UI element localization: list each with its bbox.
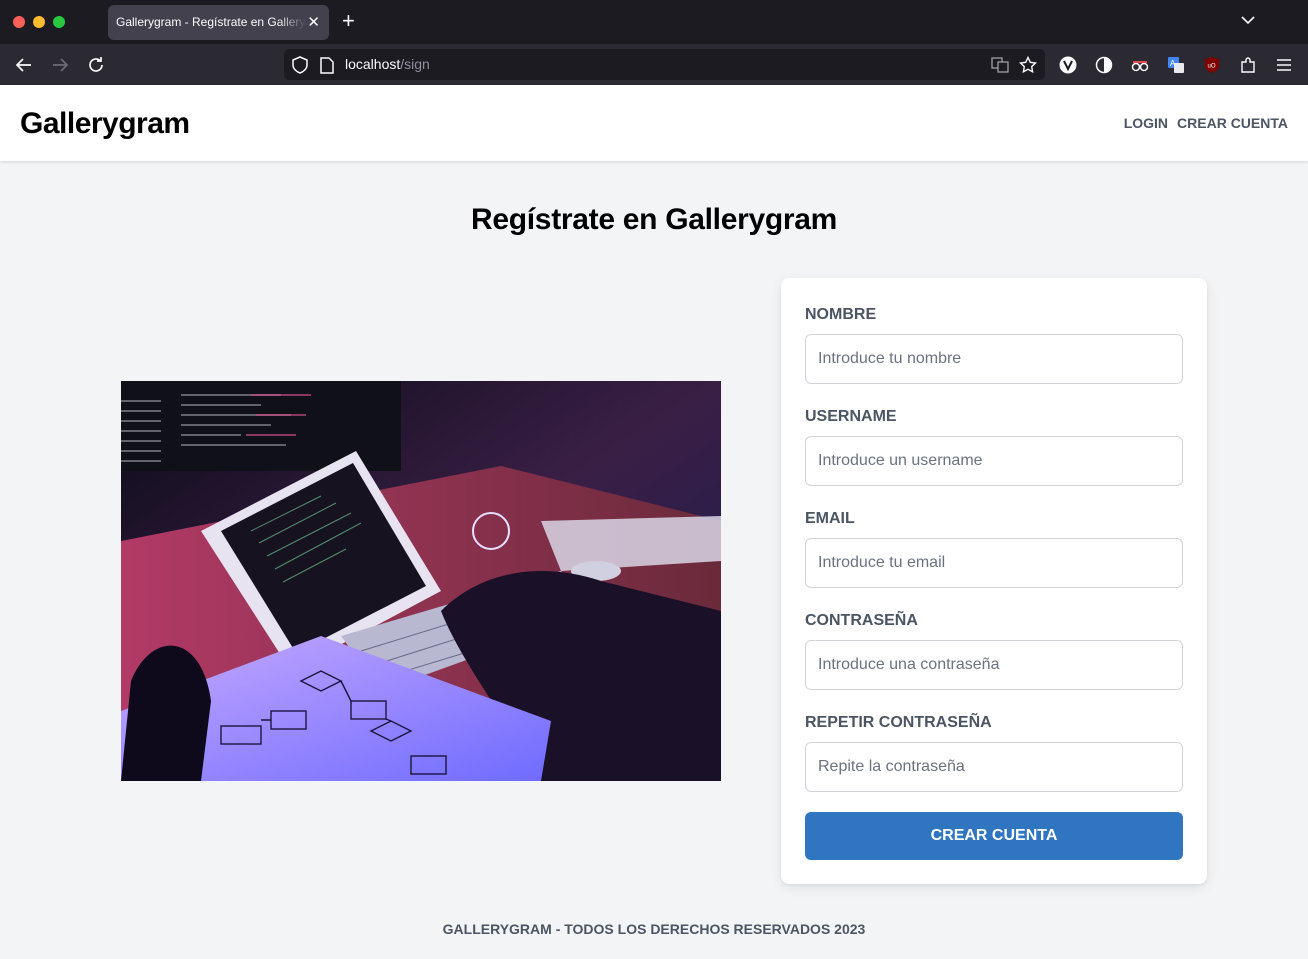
tab-title: Gallerygram - Regístrate en Gallerygram <box>116 15 306 29</box>
window-close-dot[interactable] <box>13 16 25 28</box>
url-bar[interactable]: localhost/sign <box>284 49 1045 80</box>
create-account-button[interactable]: Crear cuenta <box>805 812 1183 860</box>
page-icon <box>316 54 338 76</box>
browser-tab-bar: Gallerygram - Regístrate en Gallerygram … <box>0 0 1308 44</box>
site-footer: Gallerygram - Todos los derechos reserva… <box>442 921 866 937</box>
name-field[interactable] <box>805 334 1183 384</box>
svg-text:uO: uO <box>1208 64 1216 70</box>
username-field[interactable] <box>805 436 1183 486</box>
dark-mode-icon[interactable] <box>1094 55 1114 75</box>
svg-text:A: A <box>1170 59 1176 68</box>
email-field[interactable] <box>805 538 1183 588</box>
email-label: Email <box>805 510 855 527</box>
page-title: Regístrate en Gallerygram <box>471 203 837 236</box>
repeat-password-label: Repetir contraseña <box>805 714 992 731</box>
nav-login-link[interactable]: Login <box>1124 115 1168 131</box>
vue-devtools-icon[interactable] <box>1058 55 1078 75</box>
forward-arrow-icon[interactable] <box>49 54 71 76</box>
url-text: localhost/sign <box>345 56 430 72</box>
tab-close-icon[interactable]: ✕ <box>307 5 320 40</box>
translate-icon[interactable] <box>989 54 1011 76</box>
browser-tab[interactable]: Gallerygram - Regístrate en Gallerygram … <box>108 5 329 40</box>
hero-image <box>121 381 721 781</box>
bookmark-star-icon[interactable] <box>1017 54 1039 76</box>
reload-icon[interactable] <box>85 54 107 76</box>
header-nav: Login Crear cuenta <box>1124 115 1288 131</box>
password-field[interactable] <box>805 640 1183 690</box>
repeat-password-field[interactable] <box>805 742 1183 792</box>
browser-nav-bar: localhost/sign A uO <box>0 44 1308 85</box>
new-tab-icon[interactable]: + <box>342 9 355 33</box>
shield-icon[interactable] <box>289 54 311 76</box>
nav-create-account-link[interactable]: Crear cuenta <box>1177 115 1288 131</box>
site-logo[interactable]: Gallerygram <box>20 107 190 141</box>
google-translate-icon[interactable]: A <box>1166 55 1186 75</box>
name-label: Nombre <box>805 306 877 323</box>
signup-form: Nombre Username Email Contraseña Repetir… <box>781 278 1207 884</box>
ublock-icon[interactable]: uO <box>1202 55 1222 75</box>
window-zoom-dot[interactable] <box>53 16 65 28</box>
menu-icon[interactable] <box>1274 55 1294 75</box>
chevron-down-icon[interactable] <box>1240 12 1256 28</box>
site-header: Gallerygram Login Crear cuenta <box>0 85 1308 161</box>
page-content: Gallerygram Login Crear cuenta Regístrat… <box>0 85 1308 959</box>
extensions-puzzle-icon[interactable] <box>1238 55 1258 75</box>
spy-extension-icon[interactable] <box>1130 55 1150 75</box>
password-label: Contraseña <box>805 612 918 629</box>
window-minimize-dot[interactable] <box>33 16 45 28</box>
back-arrow-icon[interactable] <box>13 54 35 76</box>
username-label: Username <box>805 408 897 425</box>
